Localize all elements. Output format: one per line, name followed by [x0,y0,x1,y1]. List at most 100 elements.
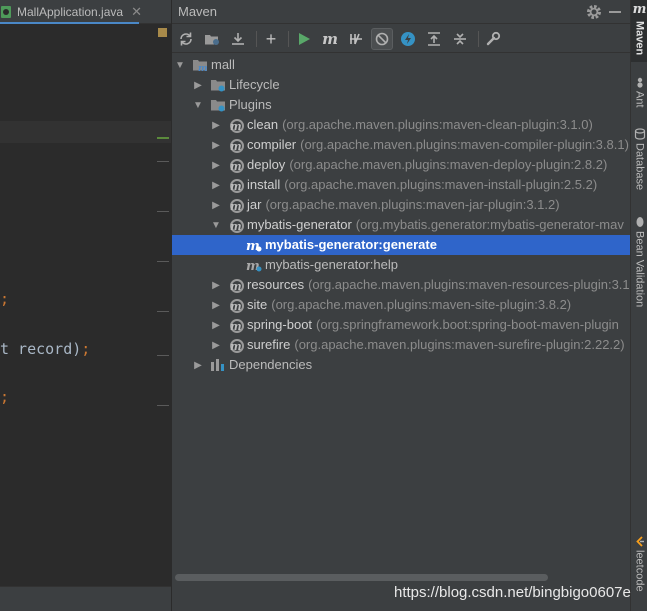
maven-tool-button[interactable]: m Maven [631,0,647,62]
tree-node-project[interactable]: ▼ m mall [172,55,630,75]
svg-text:m: m [230,320,242,333]
svg-text:m: m [230,160,242,173]
ant-icon [636,77,643,88]
maven-project-icon: m [193,60,208,73]
bean-validation-tool-button[interactable]: Bean Validation [631,216,647,316]
tree-node-goal[interactable]: m mybatis-generator:help [172,255,630,275]
tree-node-plugin[interactable]: ▶ m jar (org.apache.maven.plugins:maven-j… [172,195,630,215]
collapsed-arrow-icon[interactable]: ▶ [211,140,221,151]
code-line: ; [0,290,10,308]
dependencies-icon [211,359,224,371]
svg-text:m: m [230,180,242,193]
tree-node-plugin[interactable]: ▶ m surefire (org.apache.maven.plugins:ma… [172,335,630,355]
plugin-name: jar [247,197,262,212]
generate-sources-button[interactable] [201,28,223,50]
plugin-name: resources [247,277,305,292]
hide-panel-icon[interactable] [609,11,621,13]
java-file-icon [1,6,11,18]
collapsed-arrow-icon[interactable]: ▶ [193,80,203,91]
tree-node-plugins[interactable]: ▼ Plugins [172,95,630,115]
download-button[interactable] [227,28,249,50]
tree-node-dependencies[interactable]: ▶ Dependencies [172,355,630,375]
maven-plugin-icon: m [230,139,244,153]
maven-plugin-icon: m [230,219,244,233]
expanded-arrow-icon[interactable]: ▼ [211,220,221,231]
expanded-arrow-icon[interactable]: ▼ [175,60,185,71]
plugin-name: site [247,297,268,312]
tree-node-plugin[interactable]: ▶ m spring-boot (org.springframework.boot… [172,315,630,335]
plugin-coordinates: (org.springframework.boot:spring-boot-ma… [316,317,619,332]
lifecycle-phase-button[interactable] [397,28,419,50]
collapsed-arrow-icon[interactable]: ▶ [211,280,221,291]
collapsed-arrow-icon[interactable]: ▶ [211,200,221,211]
collapsed-arrow-icon[interactable]: ▶ [211,300,221,311]
leetcode-icon [635,536,644,547]
lifecycle-folder-icon [211,80,225,92]
plugin-coordinates: (org.apache.maven.plugins:maven-resource… [308,277,630,292]
tree-node-label: Plugins [229,97,272,112]
tree-node-plugin[interactable]: ▶ m resources (org.apache.maven.plugins:m… [172,275,630,295]
maven-plugin-icon: m [230,339,244,353]
plugin-name: install [247,177,281,192]
tree-node-plugin[interactable]: ▶ m site (org.apache.maven.plugins:maven-… [172,295,630,315]
tree-node-plugin[interactable]: ▶ m compiler (org.apache.maven.plugins:ma… [172,135,630,155]
gutter-mark [157,137,169,139]
collapsed-arrow-icon[interactable]: ▶ [193,360,203,371]
expanded-arrow-icon[interactable]: ▼ [193,100,203,111]
gutter-mark [157,355,169,356]
execute-goal-button[interactable]: m [319,28,341,50]
plugin-coordinates: (org.apache.maven.plugins:maven-compiler… [300,137,629,152]
maven-settings-button[interactable] [482,28,504,50]
close-icon[interactable]: ✕ [131,4,142,20]
svg-text:m: m [230,220,242,233]
maven-project-tree: ▼ m mall ▶ Lifecycle ▼ Plugins ▶ m clean… [172,55,630,570]
right-tool-stripe: m Maven Ant Database Bean Validation lee… [630,0,647,611]
gutter-mark [157,261,169,262]
collapsed-arrow-icon[interactable]: ▶ [211,340,221,351]
goal-label: mybatis-generator:generate [265,237,437,252]
toolbar-separator [256,31,257,47]
tree-node-plugin[interactable]: ▶ m install (org.apache.maven.plugins:mav… [172,175,630,195]
reload-button[interactable] [175,28,197,50]
collapsed-arrow-icon[interactable]: ▶ [211,320,221,331]
editor-bottom-bar [0,586,171,611]
database-tool-button[interactable]: Database [631,128,647,202]
collapsed-arrow-icon[interactable]: ▶ [211,120,221,131]
gutter-mark [157,161,169,162]
plugins-folder-icon [211,100,225,112]
editor-tab[interactable]: MallApplication.java ✕ [0,0,150,24]
plugin-coordinates: (org.apache.maven.plugins:maven-clean-pl… [282,117,593,132]
collapsed-arrow-icon[interactable]: ▶ [211,180,221,191]
svg-text:m: m [230,200,242,213]
add-project-button[interactable]: + [260,28,282,50]
code-editor[interactable]: MallApplication.java ✕ ; t record); ; [0,0,171,611]
svg-text:m: m [230,340,242,353]
skip-tests-button[interactable] [371,28,393,50]
horizontal-scrollbar[interactable] [175,574,548,581]
tree-node-plugin[interactable]: ▼ m mybatis-generator (org.mybatis.genera… [172,215,630,235]
maven-icon: m [632,2,647,17]
gear-icon[interactable] [585,3,603,21]
collapsed-arrow-icon[interactable]: ▶ [211,160,221,171]
ant-tool-button[interactable]: Ant [631,76,647,116]
plugin-coordinates: (org.apache.maven.plugins:maven-jar-plug… [265,197,560,212]
toggle-offline-button[interactable] [345,28,367,50]
toolbar-separator [288,31,289,47]
tree-node-plugin[interactable]: ▶ m clean (org.apache.maven.plugins:maven… [172,115,630,135]
maven-plugin-icon: m [230,299,244,313]
tree-node-goal-selected[interactable]: m mybatis-generator:generate [172,235,630,255]
maven-plugin-icon: m [230,159,244,173]
wrench-icon [486,31,501,46]
svg-text:m: m [230,300,242,313]
maven-goal-icon: m [322,30,338,48]
show-dependencies-button[interactable] [423,28,445,50]
bean-validation-tool-label: Bean Validation [633,231,646,308]
leetcode-tool-button[interactable]: leetcode [631,535,647,605]
collapse-all-button[interactable] [449,28,471,50]
maven-plugin-icon: m [230,319,244,333]
run-button[interactable] [293,28,315,50]
plugin-coordinates: (org.apache.maven.plugins:maven-install-… [284,177,598,192]
tree-node-plugin[interactable]: ▶ m deploy (org.apache.maven.plugins:mave… [172,155,630,175]
tree-node-lifecycle[interactable]: ▶ Lifecycle [172,75,630,95]
editor-tab-bar: MallApplication.java ✕ [0,0,171,24]
